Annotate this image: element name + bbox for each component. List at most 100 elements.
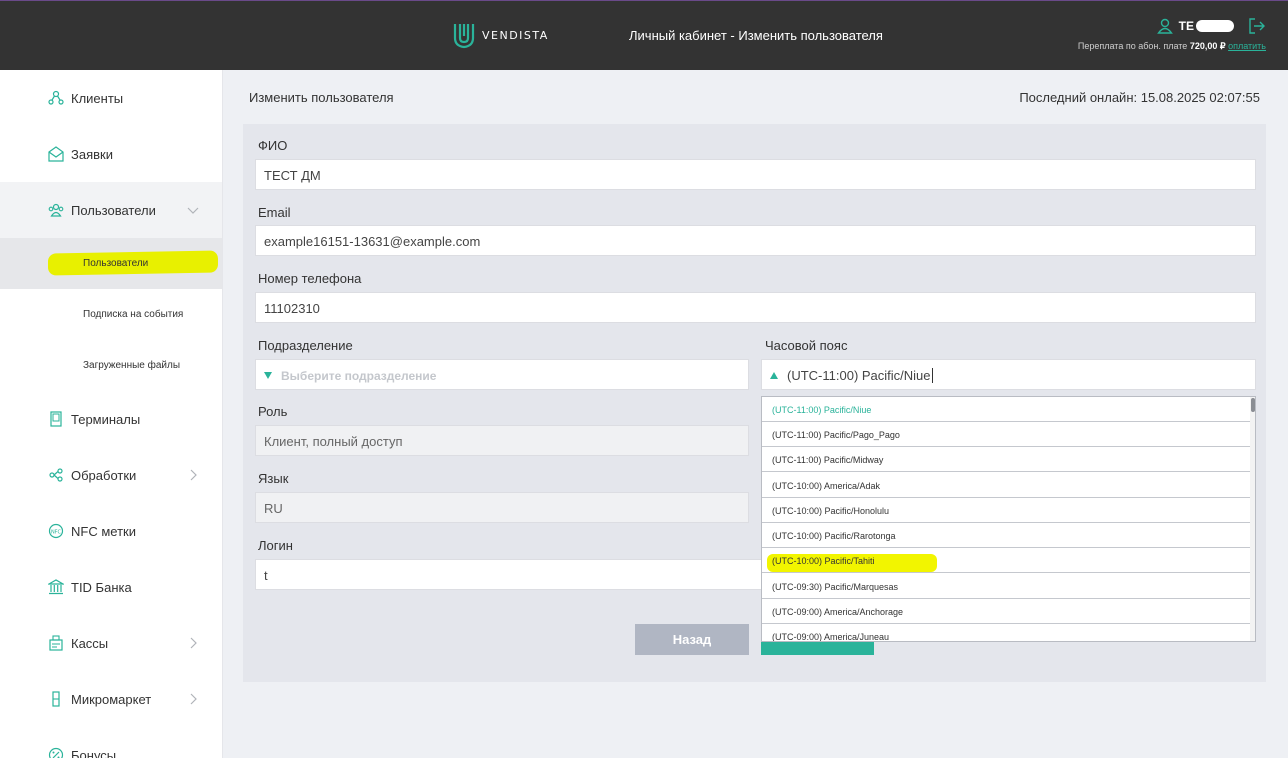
caret-up-icon	[770, 372, 778, 379]
top-bar: VENDISTA Личный кабинет - Изменить польз…	[0, 0, 1288, 70]
page-title: Личный кабинет - Изменить пользователя	[629, 28, 883, 43]
chevron-right-icon	[190, 693, 197, 705]
sidebar-item-terminals[interactable]: Терминалы	[0, 391, 222, 447]
user-icon[interactable]	[1156, 18, 1173, 34]
clients-icon	[48, 90, 64, 106]
bank-icon	[48, 579, 64, 595]
sidebar-subitem-subscription[interactable]: Подписка на события	[0, 289, 222, 340]
sidebar-item-label: Терминалы	[71, 411, 141, 427]
scroll-thumb[interactable]	[1251, 398, 1255, 412]
payment-label: Переплата по абон. плате	[1077, 41, 1188, 51]
sidebar-item-label: Бонусы	[71, 747, 117, 758]
timezone-select[interactable]: (UTC-11:00) Pacific/Niue	[761, 359, 1256, 390]
dropdown-scrollbar[interactable]	[1250, 397, 1255, 641]
timezone-option[interactable]: (UTC-09:00) America/Juneau	[762, 624, 1251, 642]
text-cursor	[931, 368, 933, 383]
department-placeholder: Выберите подразделение	[281, 369, 437, 383]
terminal-icon	[48, 411, 64, 427]
user-name[interactable]: TE	[1179, 19, 1194, 33]
sidebar-item-bonuses[interactable]: Бонусы	[0, 727, 222, 758]
sidebar-item-nfc[interactable]: NFC NFC метки	[0, 503, 222, 559]
timezone-option[interactable]: (UTC-09:30) Pacific/Marquesas	[762, 574, 1251, 599]
sidebar: Клиенты Заявки Пользователи Пользователи…	[0, 70, 223, 758]
timezone-option-label: (UTC-10:00) Pacific/Rarotonga	[772, 531, 896, 541]
user-block: TE Переплата по абон. плате 720,00 ₽ опл…	[1078, 15, 1266, 52]
cashbox-icon	[48, 635, 64, 651]
sidebar-item-label: Заявки	[71, 146, 113, 162]
logo-text: VENDISTA	[482, 28, 549, 42]
users-icon	[48, 202, 64, 218]
sidebar-item-cashboxes[interactable]: Кассы	[0, 615, 222, 671]
caret-down-icon	[264, 372, 272, 379]
timezone-option-label: (UTC-09:00) America/Juneau	[772, 632, 890, 642]
chevron-down-icon	[187, 207, 199, 214]
timezone-option-label: (UTC-10:00) America/Adak	[772, 481, 881, 491]
timezone-option[interactable]: (UTC-10:00) Pacific/Honolulu	[762, 498, 1251, 523]
timezone-option[interactable]: (UTC-11:00) Pacific/Midway	[762, 447, 1251, 472]
micromarket-icon	[48, 691, 64, 707]
last-online: Последний онлайн: 15.08.2025 02:07:55	[1019, 90, 1260, 105]
department-label: Подразделение	[258, 338, 353, 353]
timezone-option-label: (UTC-09:30) Pacific/Marquesas	[772, 582, 899, 592]
login-label: Логин	[258, 538, 293, 553]
svg-text:NFC: NFC	[51, 530, 62, 536]
sidebar-item-processing[interactable]: Обработки	[0, 447, 222, 503]
email-input[interactable]: example16151-13631@example.com	[255, 225, 1256, 256]
sidebar-subitem-users[interactable]: Пользователи	[0, 238, 222, 289]
sidebar-subitem-uploaded-files[interactable]: Загруженные файлы	[0, 340, 222, 391]
timezone-option[interactable]: (UTC-09:00) America/Anchorage	[762, 599, 1251, 624]
processing-icon	[48, 467, 64, 483]
sidebar-item-label: Обработки	[71, 467, 137, 483]
timezone-option[interactable]: (UTC-10:00) America/Adak	[762, 473, 1251, 498]
sidebar-item-label: Микромаркет	[71, 691, 152, 707]
payment-amount: 720,00 ₽	[1189, 41, 1226, 51]
sidebar-item-requests[interactable]: Заявки	[0, 126, 222, 182]
timezone-option[interactable]: (UTC-10:00) Pacific/Tahiti	[762, 548, 1251, 573]
timezone-option[interactable]: (UTC-11:00) Pacific/Pago_Pago	[762, 422, 1251, 447]
language-field: RU	[255, 492, 749, 523]
user-name-redacted	[1196, 20, 1234, 32]
timezone-label: Часовой пояс	[765, 338, 848, 353]
sidebar-item-label: Клиенты	[71, 90, 124, 106]
sidebar-item-tid[interactable]: TID Банка	[0, 559, 222, 615]
timezone-option-label: (UTC-11:00) Pacific/Midway	[772, 455, 884, 465]
timezone-value: (UTC-11:00) Pacific/Niue	[787, 368, 931, 383]
timezone-option-label: (UTC-10:00) Pacific/Honolulu	[772, 506, 890, 516]
chevron-right-icon	[190, 469, 197, 481]
back-button[interactable]: Назад	[635, 624, 749, 655]
fio-label: ФИО	[258, 138, 288, 153]
vendista-logo[interactable]: VENDISTA	[452, 21, 549, 49]
sidebar-item-clients[interactable]: Клиенты	[0, 70, 222, 126]
department-select[interactable]: Выберите подразделение	[255, 359, 749, 390]
logout-icon[interactable]	[1248, 18, 1266, 34]
phone-label: Номер телефона	[258, 271, 362, 286]
sidebar-item-label: TID Банка	[71, 579, 132, 595]
sidebar-item-users[interactable]: Пользователи	[0, 182, 222, 238]
sidebar-item-label: NFC метки	[71, 523, 136, 539]
payment-status: Переплата по абон. плате 720,00 ₽ оплати…	[1078, 41, 1266, 52]
pay-link[interactable]: оплатить	[1228, 41, 1266, 51]
sidebar-item-label: Пользователи	[71, 202, 156, 218]
fio-input[interactable]: ТЕСТ ДМ	[255, 159, 1256, 190]
email-label: Email	[258, 205, 291, 220]
sidebar-item-micromarket[interactable]: Микромаркет	[0, 671, 222, 727]
page-heading: Изменить пользователя	[249, 90, 394, 105]
sidebar-subitem-label: Пользователи	[83, 258, 149, 269]
sidebar-item-label: Кассы	[71, 635, 109, 651]
phone-input[interactable]: 11102310	[255, 292, 1256, 323]
vendista-logo-icon	[453, 24, 475, 49]
percent-icon	[48, 747, 64, 758]
timezone-option[interactable]: (UTC-10:00) Pacific/Rarotonga	[762, 523, 1251, 548]
timezone-option[interactable]: (UTC-11:00) Pacific/Niue	[762, 397, 1251, 422]
role-label: Роль	[258, 404, 288, 419]
timezone-option-label: (UTC-11:00) Pacific/Pago_Pago	[772, 430, 900, 440]
sidebar-subitem-label: Подписка на события	[83, 309, 184, 320]
sidebar-subitem-label: Загруженные файлы	[83, 360, 181, 371]
chevron-right-icon	[190, 637, 197, 649]
timezone-option-label: (UTC-09:00) America/Anchorage	[772, 607, 904, 617]
language-label: Язык	[258, 471, 289, 486]
timezone-option-label: (UTC-10:00) Pacific/Tahiti	[772, 556, 875, 566]
timezone-option-label: (UTC-11:00) Pacific/Niue	[772, 405, 872, 415]
timezone-dropdown[interactable]: (UTC-11:00) Pacific/Niue (UTC-11:00) Pac…	[761, 396, 1256, 642]
nfc-icon: NFC	[48, 523, 64, 539]
